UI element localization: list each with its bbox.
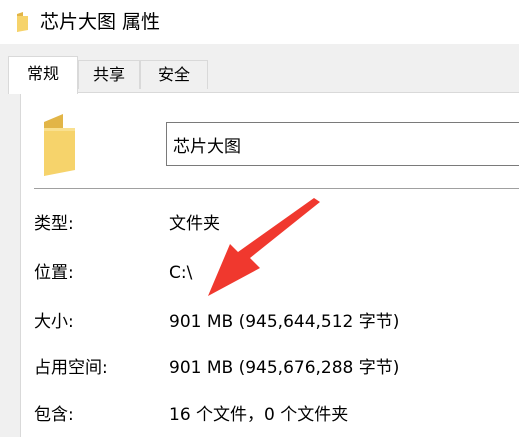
location-label: 位置: (34, 263, 74, 283)
folder-icon (17, 12, 28, 32)
folder-icon (44, 114, 75, 176)
folder-name-input[interactable] (166, 122, 519, 166)
tab-general[interactable]: 常规 (8, 56, 78, 94)
type-label: 类型: (34, 214, 74, 234)
size-value: 901 MB (945,644,512 字节) (169, 312, 400, 332)
tab-sharing[interactable]: 共享 (78, 60, 140, 89)
title-bar[interactable]: 芯片大图 属性 (0, 0, 519, 44)
contains-label: 包含: (34, 405, 74, 425)
contains-value: 16 个文件，0 个文件夹 (169, 405, 349, 425)
tab-security[interactable]: 安全 (140, 60, 208, 89)
size-on-disk-value: 901 MB (945,676,288 字节) (169, 358, 400, 378)
window-title: 芯片大图 属性 (40, 11, 161, 33)
divider (34, 188, 519, 189)
size-label: 大小: (34, 312, 74, 332)
tab-bar: 常规 共享 安全 (0, 44, 519, 94)
red-arrow-icon (208, 198, 320, 296)
location-value: C:\ (169, 263, 193, 283)
size-on-disk-label: 占用空间: (34, 358, 108, 378)
